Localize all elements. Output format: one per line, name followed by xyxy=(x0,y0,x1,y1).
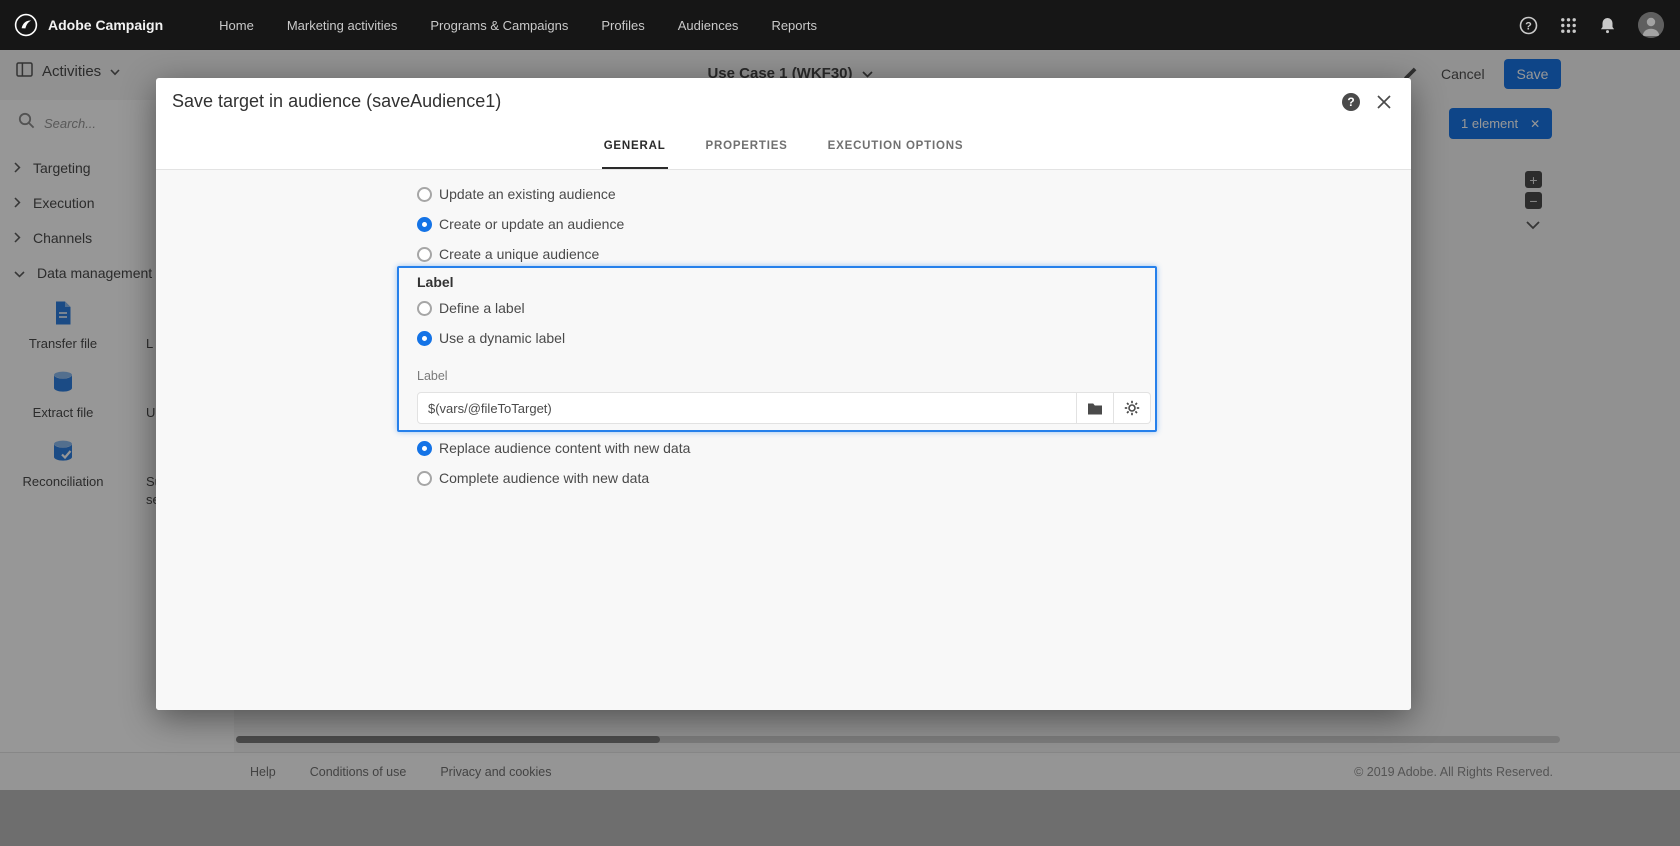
tab-execution-options[interactable]: EXECUTION OPTIONS xyxy=(826,125,966,169)
file-picker-button[interactable] xyxy=(1077,392,1114,424)
radio-icon xyxy=(417,440,432,456)
radio-icon xyxy=(417,186,432,202)
radio-update-existing-audience[interactable]: Update an existing audience xyxy=(417,182,616,206)
nav-item-home[interactable]: Home xyxy=(219,18,254,33)
modal-close-icon[interactable] xyxy=(1377,94,1391,109)
svg-text:?: ? xyxy=(1525,20,1532,32)
save-target-in-audience-dialog: Save target in audience (saveAudience1) … xyxy=(156,78,1411,710)
screen: Adobe Campaign Home Marketing activities… xyxy=(0,0,1680,846)
radio-label: Create a unique audience xyxy=(439,246,600,262)
tab-properties[interactable]: PROPERTIES xyxy=(704,125,790,169)
top-navigation: Home Marketing activities Programs & Cam… xyxy=(219,18,817,33)
brand-label: Adobe Campaign xyxy=(48,17,164,33)
radio-create-unique-audience[interactable]: Create a unique audience xyxy=(417,242,599,266)
radio-label: Replace audience content with new data xyxy=(439,440,691,456)
radio-icon xyxy=(417,470,432,486)
radio-use-dynamic-label[interactable]: Use a dynamic label xyxy=(417,326,565,350)
radio-icon xyxy=(417,300,432,316)
radio-define-a-label[interactable]: Define a label xyxy=(417,296,525,320)
radio-icon xyxy=(417,216,432,232)
modal-header-icons: ? xyxy=(1341,92,1391,112)
radio-complete-audience[interactable]: Complete audience with new data xyxy=(417,466,649,490)
adobe-campaign-logo-icon xyxy=(14,13,38,37)
radio-label: Create or update an audience xyxy=(439,216,625,232)
modal-tabs: GENERAL PROPERTIES EXECUTION OPTIONS xyxy=(156,125,1411,170)
expression-settings-button[interactable] xyxy=(1114,392,1151,424)
radio-replace-audience-content[interactable]: Replace audience content with new data xyxy=(417,436,690,460)
label-field-group xyxy=(417,392,1151,424)
label-field-caption: Label xyxy=(417,369,448,383)
radio-label: Define a label xyxy=(439,300,525,316)
label-section-heading: Label xyxy=(417,274,454,290)
nav-item-profiles[interactable]: Profiles xyxy=(601,18,644,33)
svg-text:?: ? xyxy=(1347,95,1354,109)
top-nav-bar: Adobe Campaign Home Marketing activities… xyxy=(0,0,1680,50)
radio-create-or-update-audience[interactable]: Create or update an audience xyxy=(417,212,624,236)
radio-icon xyxy=(417,330,432,346)
radio-label: Complete audience with new data xyxy=(439,470,650,486)
radio-icon xyxy=(417,246,432,262)
app-switcher-icon[interactable] xyxy=(1560,17,1577,34)
help-icon[interactable]: ? xyxy=(1519,16,1538,35)
nav-item-marketing-activities[interactable]: Marketing activities xyxy=(287,18,398,33)
modal-header: Save target in audience (saveAudience1) … xyxy=(156,78,1411,125)
modal-help-icon[interactable]: ? xyxy=(1341,92,1361,112)
radio-label: Update an existing audience xyxy=(439,186,616,202)
topbar-right-cluster: ? xyxy=(1519,12,1664,38)
label-expression-input[interactable] xyxy=(417,392,1077,424)
nav-item-programs-campaigns[interactable]: Programs & Campaigns xyxy=(430,18,568,33)
user-avatar[interactable] xyxy=(1638,12,1664,38)
tab-general[interactable]: GENERAL xyxy=(601,125,668,169)
modal-title: Save target in audience (saveAudience1) xyxy=(172,91,502,111)
nav-item-reports[interactable]: Reports xyxy=(771,18,817,33)
radio-label: Use a dynamic label xyxy=(439,330,566,346)
notifications-bell-icon[interactable] xyxy=(1599,17,1616,34)
modal-body: Update an existing audience Create or up… xyxy=(156,170,1411,710)
nav-item-audiences[interactable]: Audiences xyxy=(678,18,739,33)
